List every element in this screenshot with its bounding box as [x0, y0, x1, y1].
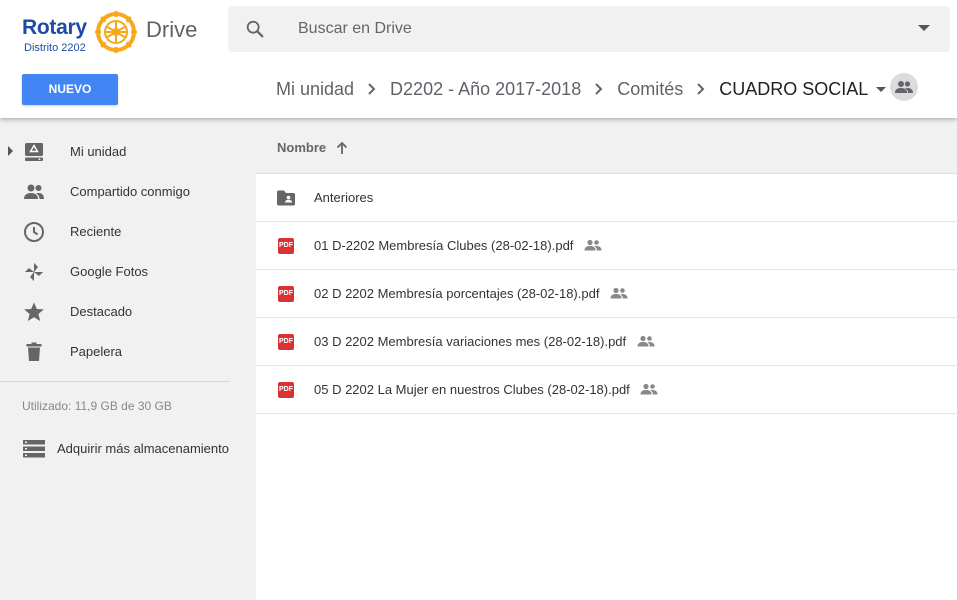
pinwheel-icon [25, 263, 43, 281]
top-header: Rotary Distrito 2202 Drive Buscar en Dri… [0, 0, 957, 118]
buy-storage-link[interactable]: Adquirir más almacenamiento [0, 431, 256, 467]
search-bar[interactable] [228, 6, 950, 52]
chevron-right-icon [581, 74, 617, 104]
list-item[interactable]: Anteriores [256, 174, 957, 222]
drive-icon [25, 143, 43, 161]
sidebar-item-label: Reciente [70, 224, 122, 239]
breadcrumb-item-current[interactable]: CUADRO SOCIAL [719, 79, 868, 100]
shared-folder-icon [277, 190, 295, 206]
pdf-icon: PDF [278, 286, 294, 302]
search-input[interactable] [298, 6, 898, 52]
file-name-text: 05 D 2202 La Mujer en nuestros Clubes (2… [314, 382, 630, 397]
sidebar-item-trash[interactable]: Papelera [0, 332, 256, 372]
shared-folder-people-icon[interactable] [890, 73, 918, 101]
file-name: 05 D 2202 La Mujer en nuestros Clubes (2… [314, 366, 658, 414]
sidebar-item-label: Mi unidad [70, 144, 127, 159]
sidebar-item-google-photos[interactable]: Google Fotos [0, 252, 256, 292]
sidebar-item-label: Papelera [70, 344, 123, 359]
clock-icon [24, 222, 44, 242]
sidebar-item-label: Destacado [70, 304, 133, 319]
expand-arrow-icon[interactable] [8, 146, 13, 156]
shared-people-icon [610, 287, 628, 299]
search-options-dropdown-icon[interactable] [918, 25, 930, 31]
logo-district: Distrito 2202 [24, 42, 86, 54]
people-icon [24, 184, 44, 199]
sidebar: Mi unidad Compartido conmigo Reciente Go… [0, 118, 256, 600]
breadcrumb: Mi unidad D2202 - Año 2017-2018 Comités … [276, 74, 887, 104]
search-icon[interactable] [244, 18, 266, 40]
chevron-right-icon [683, 74, 719, 104]
sidebar-divider [0, 381, 230, 382]
file-name: Anteriores [314, 174, 373, 222]
breadcrumb-item-year[interactable]: D2202 - Año 2017-2018 [390, 79, 581, 100]
file-name: 02 D 2202 Membresía porcentajes (28-02-1… [314, 270, 628, 318]
storage-icon [23, 440, 45, 458]
list-item[interactable]: PDF 02 D 2202 Membresía porcentajes (28-… [256, 270, 957, 318]
pdf-icon: PDF [278, 382, 294, 398]
breadcrumb-item-committees[interactable]: Comités [617, 79, 683, 100]
file-name-text: 01 D-2202 Membresía Clubes (28-02-18).pd… [314, 238, 574, 253]
pdf-icon: PDF [278, 238, 294, 254]
trash-icon [26, 342, 42, 361]
breadcrumb-item-my-drive[interactable]: Mi unidad [276, 79, 354, 100]
chevron-down-icon[interactable] [876, 86, 887, 92]
pdf-icon: PDF [278, 334, 294, 350]
list-header: Nombre [256, 118, 957, 174]
rotary-logo[interactable]: Rotary Distrito 2202 [22, 10, 142, 56]
app-name: Drive [146, 17, 198, 42]
file-name-text: 03 D 2202 Membresía variaciones mes (28-… [314, 334, 627, 349]
file-name-text: 02 D 2202 Membresía porcentajes (28-02-1… [314, 286, 600, 301]
sidebar-item-label: Compartido conmigo [70, 184, 190, 199]
file-name-text: Anteriores [314, 190, 374, 205]
sidebar-item-shared-with-me[interactable]: Compartido conmigo [0, 172, 256, 212]
list-item[interactable]: PDF 05 D 2202 La Mujer en nuestros Clube… [256, 366, 957, 414]
chevron-right-icon [354, 74, 390, 104]
new-button[interactable]: NUEVO [22, 74, 118, 105]
file-list: Nombre Anteriores PDF 01 D-2202 Membresí… [256, 118, 957, 600]
logo-name: Rotary [22, 16, 87, 39]
arrow-up-icon[interactable] [334, 140, 350, 156]
list-item[interactable]: PDF 03 D 2202 Membresía variaciones mes … [256, 318, 957, 366]
rotary-wheel-icon [95, 11, 137, 53]
drive-app: Rotary Distrito 2202 Drive Buscar en Dri… [0, 0, 957, 600]
file-name: 03 D 2202 Membresía variaciones mes (28-… [314, 318, 655, 366]
storage-usage-text: Utilizado: 11,9 GB de 30 GB [22, 399, 172, 413]
sidebar-item-starred[interactable]: Destacado [0, 292, 256, 332]
shared-people-icon [584, 239, 602, 251]
column-header-name[interactable]: Nombre [277, 118, 326, 178]
list-item[interactable]: PDF 01 D-2202 Membresía Clubes (28-02-18… [256, 222, 957, 270]
star-icon [24, 302, 44, 321]
sidebar-item-recent[interactable]: Reciente [0, 212, 256, 252]
shared-people-icon [637, 335, 655, 347]
sidebar-item-my-drive[interactable]: Mi unidad [0, 132, 256, 172]
buy-storage-label: Adquirir más almacenamiento [57, 441, 229, 456]
file-name: 01 D-2202 Membresía Clubes (28-02-18).pd… [314, 222, 602, 270]
sidebar-item-label: Google Fotos [70, 264, 149, 279]
shared-people-icon [640, 383, 658, 395]
